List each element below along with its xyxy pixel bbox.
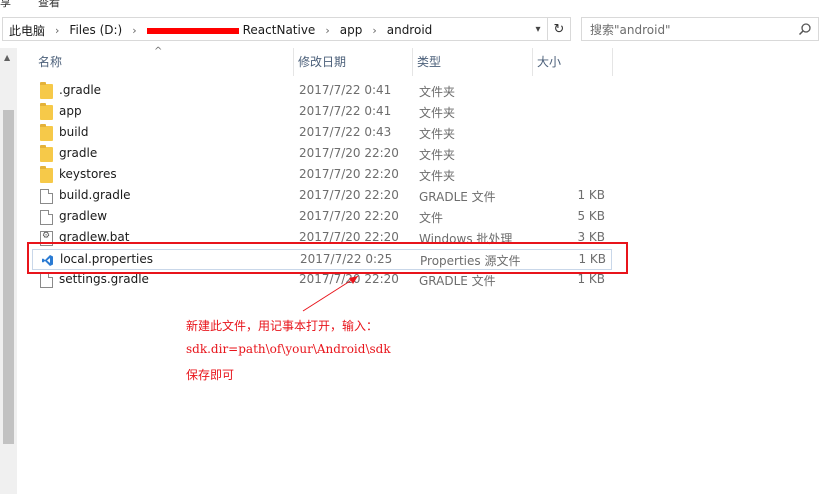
file-date: 2017/7/20 22:20 <box>299 272 399 286</box>
file-row[interactable]: build 2017/7/22 0:43 文件夹 <box>32 123 612 144</box>
search-input[interactable] <box>590 22 790 38</box>
file-name: app <box>59 104 82 118</box>
scrollbar-thumb[interactable] <box>3 110 14 444</box>
file-row[interactable]: gradlew 2017/7/20 22:20 文件 5 KB <box>32 207 612 228</box>
file-name: build.gradle <box>59 188 131 202</box>
chevron-right-icon[interactable]: › <box>325 24 329 37</box>
highlight-box <box>27 242 628 274</box>
file-row[interactable]: gradle 2017/7/20 22:20 文件夹 <box>32 144 612 165</box>
file-date: 2017/7/22 0:43 <box>299 125 392 139</box>
file-name: keystores <box>59 167 117 181</box>
file-icon <box>40 273 53 288</box>
folder-icon <box>40 166 53 183</box>
file-row[interactable]: app 2017/7/22 0:41 文件夹 <box>32 102 612 123</box>
file-date: 2017/7/20 22:20 <box>299 146 399 160</box>
file-name: settings.gradle <box>59 272 149 286</box>
file-type: 文件夹 <box>419 169 456 183</box>
file-row[interactable]: keystores 2017/7/20 22:20 文件夹 <box>32 165 612 186</box>
file-size: 1 KB <box>577 272 605 286</box>
breadcrumb-android[interactable]: android <box>387 23 433 37</box>
menu-strip: 享 查看 <box>0 0 831 10</box>
column-header-row: ^ 名称 修改日期 类型 大小 <box>17 46 831 78</box>
scroll-up-arrow-icon[interactable]: ▲ <box>4 53 10 62</box>
file-type: 文件 <box>419 211 444 225</box>
file-name: gradle <box>59 146 98 160</box>
file-icon <box>40 210 53 225</box>
annotation-line-3: 保存即可 <box>186 368 235 382</box>
file-date: 2017/7/20 22:20 <box>299 188 399 202</box>
file-name: build <box>59 125 89 139</box>
address-bar[interactable]: 此电脑 › Files (D:) › ReactNative › app › a… <box>2 17 548 41</box>
chevron-right-icon[interactable]: › <box>132 24 136 37</box>
folder-icon <box>40 124 53 141</box>
column-header-size[interactable]: 大小 <box>533 48 613 76</box>
menu-item-view[interactable]: 查看 <box>38 0 60 10</box>
breadcrumb-drive[interactable]: Files (D:) <box>69 23 122 37</box>
breadcrumb-reactnative[interactable]: ReactNative <box>243 23 316 37</box>
file-date: 2017/7/22 0:41 <box>299 104 392 118</box>
file-size: 1 KB <box>577 188 605 202</box>
folder-icon <box>40 103 53 120</box>
menu-item-share[interactable]: 享 <box>0 0 11 10</box>
file-date: 2017/7/22 0:41 <box>299 83 392 97</box>
folder-icon <box>40 145 53 162</box>
chevron-right-icon[interactable]: › <box>55 24 59 37</box>
file-date: 2017/7/20 22:20 <box>299 209 399 223</box>
search-box[interactable] <box>581 17 819 41</box>
file-name: .gradle <box>59 83 102 97</box>
file-date: 2017/7/20 22:20 <box>299 167 399 181</box>
file-size: 5 KB <box>577 209 605 223</box>
breadcrumb-app[interactable]: app <box>340 23 363 37</box>
redaction-mark <box>146 28 239 34</box>
refresh-icon: ↻ <box>553 21 565 37</box>
folder-icon <box>40 82 53 99</box>
file-row[interactable]: build.gradle 2017/7/20 22:20 GRADLE 文件 1… <box>32 186 612 207</box>
column-header-type[interactable]: 类型 <box>413 48 533 76</box>
file-name: gradlew <box>59 209 108 223</box>
column-header-name[interactable]: 名称 <box>34 48 294 76</box>
breadcrumb-this-pc[interactable]: 此电脑 <box>9 22 45 39</box>
chevron-down-icon[interactable]: ▾ <box>529 18 547 40</box>
file-type: 文件夹 <box>419 106 456 120</box>
file-type: 文件夹 <box>419 127 456 141</box>
search-icon[interactable] <box>798 22 812 36</box>
refresh-button[interactable]: ↻ <box>548 17 571 41</box>
file-type: GRADLE 文件 <box>419 190 496 204</box>
file-row[interactable]: .gradle 2017/7/22 0:41 文件夹 <box>32 81 612 102</box>
file-type: GRADLE 文件 <box>419 274 496 288</box>
vertical-scrollbar[interactable]: ▲ <box>0 48 17 494</box>
annotation-line-2: sdk.dir=path\of\your\Android\sdk <box>186 342 391 356</box>
column-header-date[interactable]: 修改日期 <box>294 48 413 76</box>
file-icon <box>40 189 53 204</box>
file-type: 文件夹 <box>419 85 456 99</box>
breadcrumb: 此电脑 › Files (D:) › ReactNative › app › a… <box>9 22 432 38</box>
annotation-line-1: 新建此文件，用记事本打开，输入： <box>186 319 379 333</box>
chevron-right-icon[interactable]: › <box>372 24 376 37</box>
file-type: 文件夹 <box>419 148 456 162</box>
